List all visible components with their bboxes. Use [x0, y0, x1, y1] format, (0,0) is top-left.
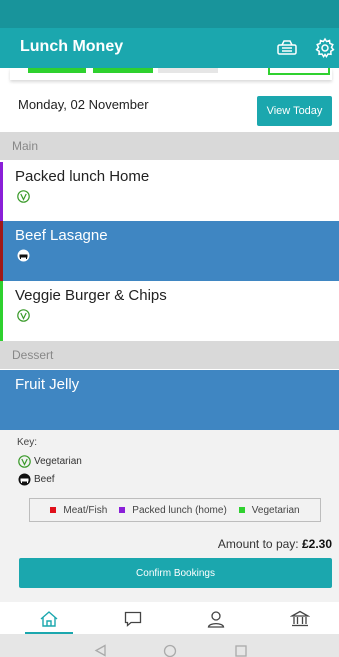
- gear-icon[interactable]: [313, 36, 337, 60]
- vegetarian-icon: [17, 190, 30, 203]
- legend-swatch-meat: [50, 507, 57, 513]
- legend-item-meat: Meat/Fish: [50, 505, 107, 516]
- meal-item-beef-lasagne[interactable]: Beef Lasagne: [0, 221, 339, 281]
- color-legend: Meat/Fish Packed lunch (home) Vegetarian: [29, 498, 321, 522]
- category-bar: [0, 281, 3, 341]
- beef-icon: [18, 473, 31, 486]
- home-circle-icon[interactable]: [163, 644, 177, 657]
- android-nav-bar: [0, 634, 339, 657]
- profile-icon[interactable]: [206, 609, 226, 629]
- amount-to-pay: Amount to pay: £2.30: [218, 537, 332, 551]
- meal-name: Packed lunch Home: [15, 168, 150, 185]
- key-row-vegetarian: Vegetarian: [18, 455, 82, 468]
- status-bar: [0, 0, 339, 28]
- key-title: Key:: [17, 437, 38, 448]
- vegetarian-icon: [17, 309, 30, 322]
- bottom-nav: [0, 602, 339, 634]
- key-row-beef: Beef: [18, 473, 55, 486]
- legend-label-veg: Vegetarian: [251, 504, 300, 516]
- day-indicator-wednesday[interactable]: [158, 68, 218, 73]
- category-bar: [0, 221, 3, 281]
- home-icon[interactable]: [39, 609, 59, 629]
- meal-name: Beef Lasagne: [15, 227, 108, 244]
- basket-icon[interactable]: [275, 36, 299, 60]
- amount-label: Amount to pay:: [217, 537, 299, 551]
- meal-item-fruit-jelly[interactable]: Fruit Jelly: [0, 370, 339, 430]
- meal-name: Fruit Jelly: [15, 376, 80, 393]
- amount-value: £2.30: [301, 537, 332, 551]
- day-indicator-monday[interactable]: [28, 68, 86, 73]
- beef-icon: [17, 249, 30, 262]
- bank-icon[interactable]: [290, 609, 310, 629]
- selected-date: Monday, 02 November: [18, 97, 149, 112]
- legend-swatch-veg: [238, 507, 245, 513]
- day-indicator-tuesday[interactable]: [93, 68, 153, 73]
- confirm-bookings-button[interactable]: Confirm Bookings: [19, 558, 332, 588]
- legend-item-packed: Packed lunch (home): [119, 505, 227, 516]
- date-row: Monday, 02 November View Today: [0, 80, 339, 132]
- key-label-vegetarian: Vegetarian: [34, 456, 82, 467]
- meal-name: Veggie Burger & Chips: [15, 287, 167, 304]
- meal-item-veggie-burger[interactable]: Veggie Burger & Chips: [0, 281, 339, 341]
- chat-icon[interactable]: [123, 609, 143, 629]
- view-today-button[interactable]: View Today: [257, 96, 332, 126]
- app-bar: Lunch Money: [0, 28, 339, 68]
- day-indicator-thursday[interactable]: [268, 68, 330, 75]
- recents-icon[interactable]: [234, 644, 248, 657]
- section-header-main: Main: [0, 132, 339, 160]
- section-header-dessert: Dessert: [0, 341, 339, 369]
- category-bar: [0, 162, 3, 222]
- meal-item-packed-lunch[interactable]: Packed lunch Home: [0, 162, 339, 222]
- app-title: Lunch Money: [20, 38, 124, 55]
- back-icon[interactable]: [93, 644, 109, 657]
- legend-label-packed: Packed lunch (home): [132, 504, 227, 516]
- legend-swatch-packed: [119, 507, 126, 513]
- legend-label-meat: Meat/Fish: [63, 504, 108, 516]
- legend-item-veg: Vegetarian: [238, 504, 300, 516]
- key-label-beef: Beef: [34, 474, 55, 485]
- key-panel: Key: Vegetarian Beef Meat/Fish Packed lu…: [0, 430, 339, 602]
- week-day-strip[interactable]: [10, 68, 332, 80]
- vegetarian-icon: [18, 455, 31, 468]
